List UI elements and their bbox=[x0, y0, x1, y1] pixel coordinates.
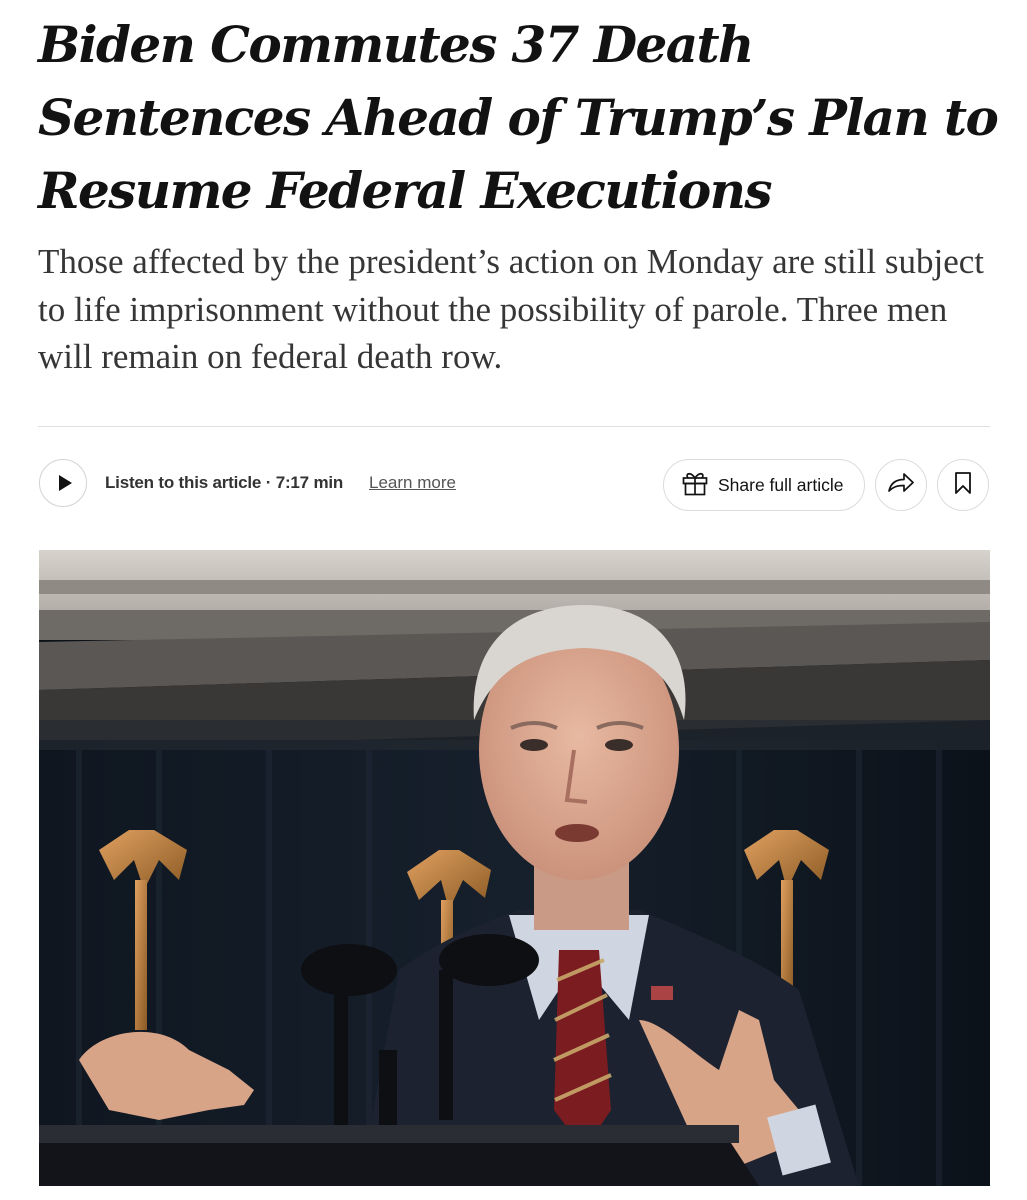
article-headline: Biden Commutes 37 Death Sentences Ahead … bbox=[38, 15, 999, 220]
share-full-article-label: Share full article bbox=[718, 474, 844, 495]
article-lead-photo bbox=[39, 550, 990, 1186]
divider bbox=[38, 426, 990, 427]
share-arrow-icon bbox=[886, 471, 916, 500]
play-icon bbox=[58, 475, 72, 491]
article-summary: Those affected by the president’s action… bbox=[38, 242, 985, 376]
listen-label: Listen to this article · 7:17 min bbox=[105, 473, 344, 492]
learn-more-link[interactable]: Learn more bbox=[369, 473, 456, 493]
play-audio-button[interactable] bbox=[39, 459, 87, 507]
save-button[interactable] bbox=[937, 459, 989, 511]
gift-icon bbox=[680, 468, 710, 503]
share-button[interactable] bbox=[875, 459, 927, 511]
bookmark-icon bbox=[954, 471, 972, 500]
share-full-article-button[interactable]: Share full article bbox=[663, 459, 865, 511]
